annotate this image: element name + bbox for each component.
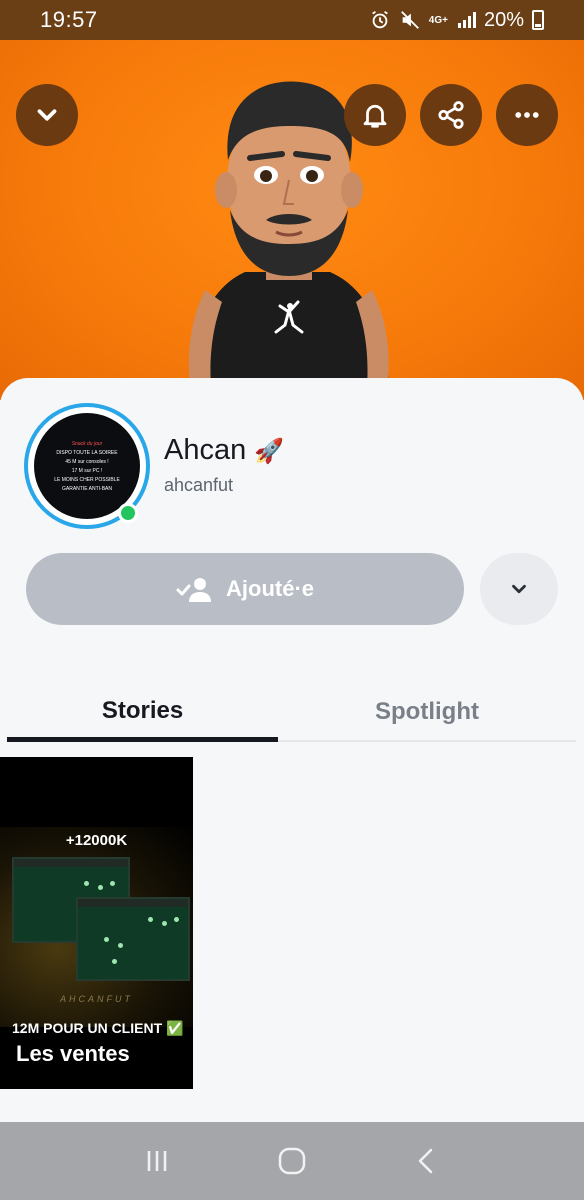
rocket-icon: 🚀: [254, 438, 285, 465]
friend-options-button[interactable]: [480, 553, 558, 625]
story-screenshot-2: [76, 897, 190, 981]
story-thumbnail[interactable]: +12000K AHCANFUT 12M POUR UN CLIENT ✅ Le…: [0, 757, 193, 1089]
status-icons: 4G+ 20%: [369, 9, 544, 32]
home-icon[interactable]: [276, 1145, 308, 1177]
chevron-down-icon: [512, 584, 526, 594]
share-icon: [438, 101, 464, 129]
bitmoji-avatar: [188, 81, 390, 400]
alarm-icon: [371, 10, 388, 29]
username: ahcanfut: [164, 475, 234, 495]
mute-icon: [400, 11, 419, 29]
display-name: Ahcan 🚀: [164, 434, 284, 467]
network-type: 4G+: [428, 14, 448, 26]
avatar-text-line: 17 M sur PC !: [71, 467, 103, 474]
story-title: Les ventes: [16, 1041, 130, 1066]
share-button[interactable]: [420, 84, 482, 146]
signal-icon: [457, 12, 476, 28]
added-label: Ajouté·e: [226, 576, 314, 601]
story-client-text: 12M POUR UN CLIENT ✅: [12, 1020, 184, 1036]
story-brand: AHCANFUT: [60, 994, 133, 1004]
collapse-button[interactable]: [16, 84, 78, 146]
display-name-text: Ahcan: [164, 434, 247, 466]
avatar-text-line: LE MOINS CHER POSSIBLE: [54, 476, 120, 483]
recents-icon[interactable]: [141, 1145, 173, 1177]
tab-spotlight[interactable]: Spotlight: [278, 684, 576, 742]
profile-hero: [0, 40, 584, 400]
friend-added-icon: [176, 578, 211, 602]
profile-tabs: Stories Spotlight: [0, 684, 584, 742]
bell-icon: [363, 104, 387, 128]
battery-icon: [532, 10, 544, 30]
system-nav-bar: [0, 1122, 584, 1200]
battery-percent: 20%: [483, 8, 524, 31]
avatar-text-line: 45 M sur consoles !: [65, 458, 109, 465]
avatar-text-line: DISPO TOUTE LA SOIREE: [56, 449, 118, 456]
chevron-down-icon: [37, 109, 57, 121]
profile-sheet: Snack du jour DISPO TOUTE LA SOIREE 45 M…: [0, 378, 584, 1122]
tab-stories[interactable]: Stories: [7, 684, 278, 742]
avatar-text-line: GARANTIE ANTI-BAN: [61, 485, 112, 492]
status-bar: 19:57 4G+ 20%: [0, 0, 584, 40]
status-time: 19:57: [40, 7, 98, 32]
avatar-text-line: Snack du jour: [71, 440, 103, 447]
more-options-button[interactable]: [496, 84, 558, 146]
more-icon: [515, 112, 539, 118]
story-headline: +12000K: [65, 832, 128, 849]
added-friend-button[interactable]: Ajouté·e: [26, 553, 464, 625]
online-status-dot: [118, 503, 138, 523]
back-icon[interactable]: [411, 1145, 443, 1177]
notifications-button[interactable]: [344, 84, 406, 146]
